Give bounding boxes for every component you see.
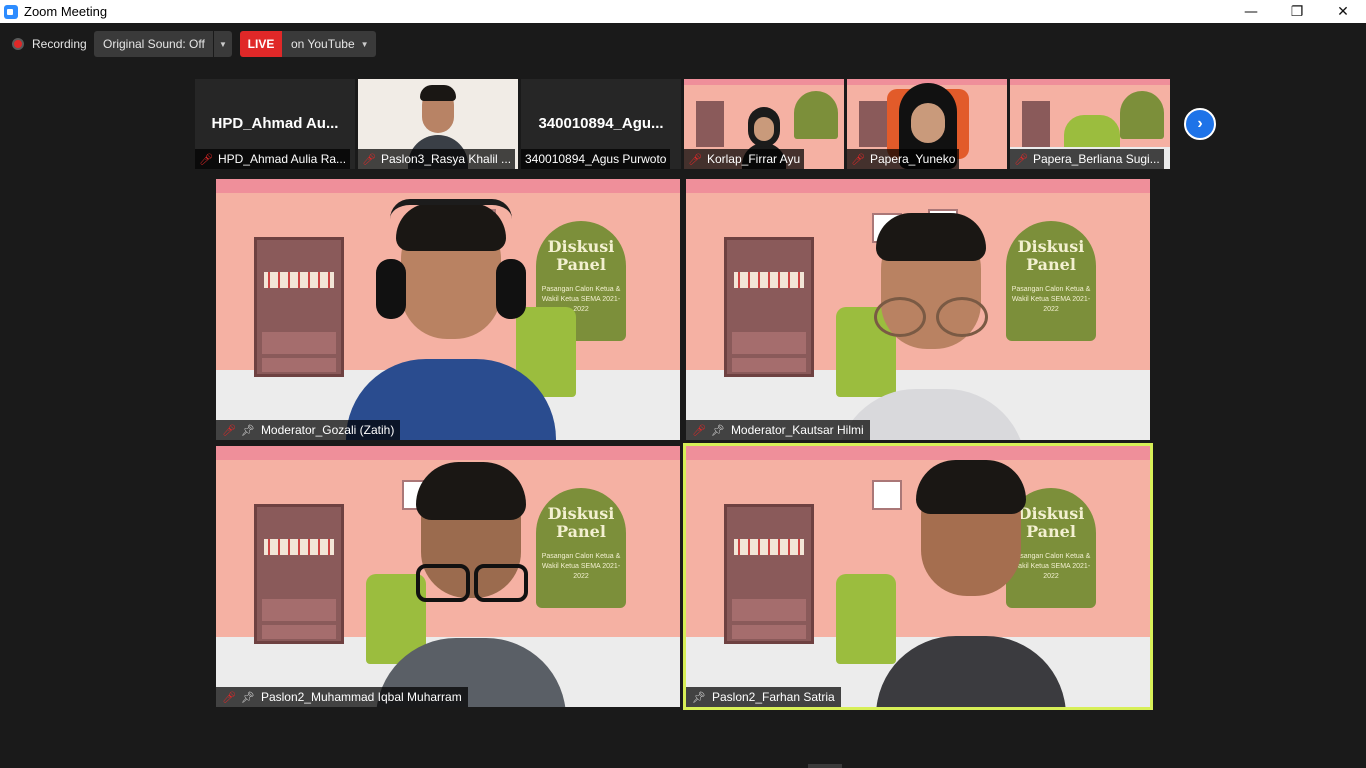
gallery-tile-4-active-speaker[interactable]: Diskusi Panel Pasangan Calon Ketua & Wak… <box>683 443 1153 710</box>
original-sound-label: Original Sound: Off <box>103 37 205 51</box>
participant-name: Moderator_Kautsar Hilmi <box>730 423 864 437</box>
participant-caption: 📌︎ Paslon2_Farhan Satria <box>686 687 841 707</box>
background-bookshelf <box>724 237 814 377</box>
background-bookshelf <box>724 504 814 644</box>
participant-caption: 🎤︎ Korlap_Firrar Ayu <box>684 149 805 169</box>
chevron-down-icon: ▼ <box>360 39 369 49</box>
mic-muted-icon: 🎤︎ <box>222 423 236 437</box>
participant-caption: 🎤︎ Papera_Berliana Sugi... <box>1010 149 1164 169</box>
mic-muted-icon: 🎤︎ <box>851 152 865 166</box>
gallery-tile-1[interactable]: Diskusi Panel Pasangan Calon Ketua & Wak… <box>216 179 680 440</box>
participant-display-name: 340010894_Agu... <box>538 115 664 132</box>
mic-muted-icon: 🎤︎ <box>199 152 213 166</box>
participant-video <box>376 462 566 707</box>
participant-caption: 🎤︎ 📌︎ Paslon2_Muhammad Iqbal Muharram <box>216 687 468 707</box>
record-dot-icon <box>12 38 24 50</box>
strip-tile-5[interactable]: 🎤︎ Papera_Yuneko <box>847 79 1007 169</box>
restore-button[interactable]: ❐ <box>1274 0 1320 23</box>
background-bookshelf <box>254 237 344 377</box>
participant-caption: 340010894_Agus Purwoto <box>521 149 671 169</box>
participant-name: Moderator_Gozali (Zatih) <box>260 423 395 437</box>
participant-caption: 🎤︎ HPD_Ahmad Aulia Ra... <box>195 149 351 169</box>
stream-target-dropdown[interactable]: on YouTube ▼ <box>282 31 376 57</box>
chevron-down-icon[interactable]: ▼ <box>213 31 232 57</box>
mic-muted-icon: 🎤︎ <box>362 152 376 166</box>
window-controls: — ❐ ✕ <box>1228 0 1366 23</box>
participant-name: HPD_Ahmad Aulia Ra... <box>217 152 347 166</box>
participant-name: Paslon3_Rasya Khalil ... <box>380 152 512 166</box>
participant-caption: 🎤︎ 📌︎ Moderator_Kautsar Hilmi <box>686 420 870 440</box>
pin-icon: 📌︎ <box>240 690 255 704</box>
window-title: Zoom Meeting <box>24 4 108 19</box>
participant-name: Korlap_Firrar Ayu <box>706 152 801 166</box>
background-bookshelf <box>254 504 344 644</box>
zoom-app-icon <box>4 4 18 19</box>
recording-label: Recording <box>32 37 87 51</box>
next-page-button[interactable]: › <box>1184 108 1216 140</box>
close-button[interactable]: ✕ <box>1320 0 1366 23</box>
gallery-tile-3[interactable]: Diskusi Panel Pasangan Calon Ketua & Wak… <box>216 446 680 707</box>
mic-muted-icon: 🎤︎ <box>692 423 706 437</box>
participant-display-name: HPD_Ahmad Au... <box>211 115 339 132</box>
pin-icon: 📌︎ <box>240 423 255 437</box>
meeting-toolbar: Recording Original Sound: Off ▼ LIVE on … <box>0 23 1366 71</box>
participant-video <box>836 213 1026 440</box>
participant-name: 340010894_Agus Purwoto <box>525 152 667 166</box>
participant-name: Paslon2_Muhammad Iqbal Muharram <box>260 690 462 704</box>
strip-tile-6[interactable]: 🎤︎ Papera_Berliana Sugi... <box>1010 79 1170 169</box>
strip-tile-2[interactable]: 🎤︎ Paslon3_Rasya Khalil ... <box>358 79 518 169</box>
mic-muted-icon: 🎤︎ <box>1014 152 1028 166</box>
minimize-button[interactable]: — <box>1228 0 1274 23</box>
strip-tile-3[interactable]: 340010894_Agu... 340010894_Agus Purwoto <box>521 79 681 169</box>
participant-caption: 🎤︎ 📌︎ Moderator_Gozali (Zatih) <box>216 420 401 440</box>
participant-video <box>346 199 556 440</box>
live-stream-control[interactable]: LIVE on YouTube ▼ <box>240 31 376 57</box>
pin-icon: 📌︎ <box>710 423 725 437</box>
resize-handle[interactable] <box>808 764 842 768</box>
title-bar: Zoom Meeting — ❐ ✕ <box>0 0 1366 23</box>
pin-icon: 📌︎ <box>692 690 706 704</box>
strip-tile-4[interactable]: 🎤︎ Korlap_Firrar Ayu <box>684 79 844 169</box>
participant-caption: 🎤︎ Paslon3_Rasya Khalil ... <box>358 149 516 169</box>
mic-muted-icon: 🎤︎ <box>222 690 236 704</box>
participant-caption: 🎤︎ Papera_Yuneko <box>847 149 960 169</box>
original-sound-button[interactable]: Original Sound: Off ▼ <box>94 31 232 57</box>
participant-video <box>876 460 1066 707</box>
chevron-right-icon: › <box>1197 115 1203 132</box>
stream-target-label: on YouTube <box>291 37 355 51</box>
participant-name: Paslon2_Farhan Satria <box>711 690 835 704</box>
participant-name: Papera_Yuneko <box>869 152 956 166</box>
strip-tile-1[interactable]: HPD_Ahmad Au... 🎤︎ HPD_Ahmad Aulia Ra... <box>195 79 355 169</box>
gallery-tile-2[interactable]: Diskusi Panel Pasangan Calon Ketua & Wak… <box>686 179 1150 440</box>
mic-muted-icon: 🎤︎ <box>688 152 702 166</box>
recording-indicator[interactable]: Recording <box>12 37 87 51</box>
live-badge: LIVE <box>240 31 282 57</box>
participant-name: Papera_Berliana Sugi... <box>1032 152 1160 166</box>
